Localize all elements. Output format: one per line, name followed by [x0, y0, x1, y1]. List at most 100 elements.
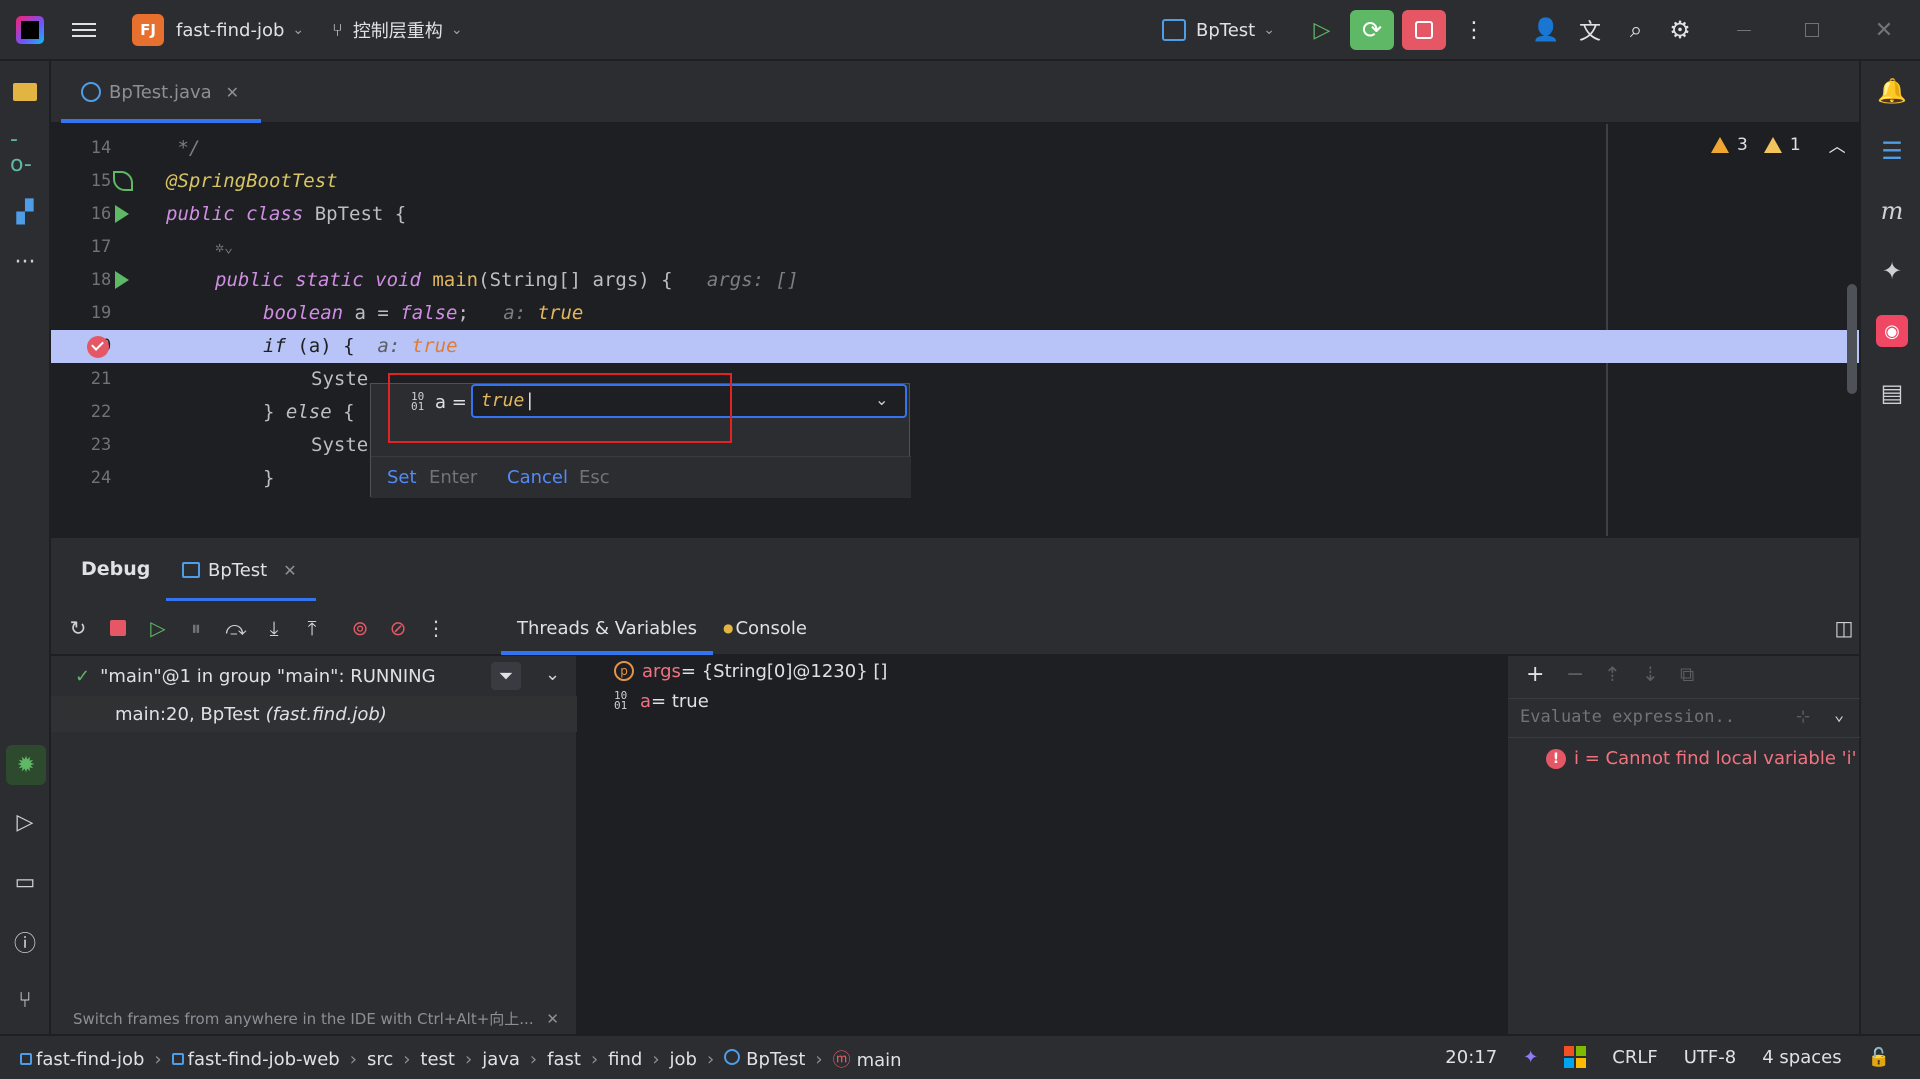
- breadcrumb-item[interactable]: fast-find-job-web: [171, 1049, 340, 1070]
- class-name: BpTest {: [303, 203, 407, 225]
- intellij-logo-icon: [16, 16, 44, 44]
- breadcrumb-item[interactable]: ⓜ main: [833, 1046, 902, 1072]
- line-text: } else {: [263, 396, 355, 429]
- close-icon[interactable]: ✕: [546, 1010, 559, 1028]
- chevron-down-icon[interactable]: ⌄: [545, 664, 560, 685]
- run-gutter-icon[interactable]: [115, 271, 129, 289]
- add-watch-icon[interactable]: +: [1526, 662, 1544, 687]
- variable-name: args: [642, 660, 681, 682]
- commit-tool-button[interactable]: -o-: [10, 127, 40, 177]
- caret-position[interactable]: 20:17: [1445, 1047, 1497, 1068]
- plugin-red-button[interactable]: ◉: [1876, 315, 1908, 347]
- pause-icon[interactable]: ⏸: [183, 615, 209, 641]
- layout-settings-icon[interactable]: ◫: [1831, 615, 1857, 641]
- debug-session-tab[interactable]: BpTest ✕: [166, 538, 316, 602]
- rerun-debug-button[interactable]: ⟳: [1350, 10, 1394, 50]
- chevron-down-icon[interactable]: ⌄: [1834, 705, 1844, 725]
- translate-button[interactable]: 文: [1568, 10, 1612, 50]
- thread-selector[interactable]: ✓ "main"@1 in group "main": RUNNING ⏷ ⌄: [51, 656, 577, 696]
- file-encoding[interactable]: UTF-8: [1684, 1047, 1736, 1068]
- plugin-tool-button[interactable]: ✦: [1876, 255, 1908, 287]
- breadcrumb-item[interactable]: find: [608, 1049, 642, 1070]
- add-to-watches-icon[interactable]: ⊹: [1796, 707, 1810, 727]
- more-actions-button[interactable]: ⋮: [1452, 10, 1496, 50]
- breadcrumb-item[interactable]: BpTest: [724, 1048, 805, 1070]
- vcs-branch-switcher[interactable]: ⑂ 控制层重构 ⌄: [332, 0, 463, 60]
- evaluate-placeholder: Evaluate expression..: [1520, 707, 1735, 727]
- run-config-selector[interactable]: BpTest ⌄: [1162, 0, 1275, 60]
- editor-tab-bptest[interactable]: BpTest.java ✕: [61, 61, 261, 123]
- search-everywhere-button[interactable]: ⌕: [1614, 10, 1658, 50]
- breadcrumb-item[interactable]: fast-find-job: [20, 1049, 144, 1070]
- more-tools-button[interactable]: ···: [10, 247, 40, 277]
- code-with-me-button[interactable]: 👤: [1524, 10, 1568, 50]
- step-into-icon[interactable]: ⤓: [261, 615, 287, 641]
- chevron-down-icon[interactable]: ⌄: [875, 390, 888, 409]
- git-tool-button[interactable]: ⑂: [10, 985, 40, 1015]
- filter-icon[interactable]: ⏷: [491, 662, 521, 690]
- breadcrumb-item[interactable]: src: [367, 1049, 393, 1070]
- project-tool-button[interactable]: [10, 77, 40, 107]
- view-breakpoints-icon[interactable]: ⊚: [347, 615, 373, 641]
- cancel-button[interactable]: Cancel: [507, 467, 568, 488]
- minimize-button[interactable]: [1722, 10, 1766, 50]
- maven-tool-button[interactable]: m: [1876, 195, 1908, 227]
- editor-scrollbar[interactable]: [1847, 284, 1857, 394]
- stop-button[interactable]: [1402, 10, 1446, 50]
- keyword: public class: [166, 203, 304, 225]
- tab-console[interactable]: ● Console: [723, 601, 807, 655]
- stack-frame-row[interactable]: main:20, BpTest (fast.find.job): [51, 696, 577, 732]
- line-text: Syste: [311, 368, 369, 390]
- tab-threads-variables[interactable]: Threads & Variables: [501, 601, 713, 655]
- variable-row[interactable]: p args = {String[0]@1230} []: [614, 656, 887, 686]
- resume-program-button[interactable]: ▷: [1300, 10, 1344, 50]
- docs-tool-button[interactable]: ▤: [1876, 377, 1908, 409]
- database-tool-button[interactable]: ☰: [1876, 135, 1908, 167]
- mute-breakpoints-icon[interactable]: ⊘: [385, 615, 411, 641]
- debug-tool-button[interactable]: ✹: [6, 745, 46, 785]
- project-switcher[interactable]: FJ fast-find-job ⌄: [132, 0, 304, 60]
- breadcrumb-item[interactable]: test: [420, 1049, 455, 1070]
- more-vertical-icon[interactable]: ⋮: [423, 615, 449, 641]
- remove-watch-icon[interactable]: −: [1566, 662, 1584, 687]
- evaluate-expression-input[interactable]: Evaluate expression.. ⊹ ⌄: [1508, 698, 1860, 738]
- variable-row[interactable]: 10 01 a = true: [614, 686, 709, 716]
- breadcrumb-item[interactable]: java: [482, 1049, 520, 1070]
- indent-setting[interactable]: 4 spaces: [1762, 1047, 1841, 1068]
- step-out-icon[interactable]: ⤒: [299, 615, 325, 641]
- stop-button[interactable]: [105, 615, 131, 641]
- close-icon: ✕: [1874, 17, 1894, 43]
- structure-tool-button[interactable]: ▞: [10, 197, 40, 227]
- terminal-tool-button[interactable]: ▭: [10, 867, 40, 897]
- main-menu-button[interactable]: [72, 0, 102, 60]
- ai-inline-icon[interactable]: ✲⌄: [215, 231, 233, 264]
- watch-error-row[interactable]: ! i = Cannot find local variable 'i': [1546, 748, 1857, 769]
- rerun-icon[interactable]: ↻: [65, 615, 91, 641]
- notifications-button[interactable]: 🔔: [1876, 75, 1908, 107]
- copy-icon[interactable]: ⧉: [1680, 662, 1694, 686]
- breadcrumb-item[interactable]: fast: [547, 1049, 581, 1070]
- read-only-lock-icon[interactable]: 🔓: [1868, 1047, 1890, 1068]
- set-button[interactable]: Set: [387, 467, 417, 488]
- windows-logo-icon[interactable]: [1564, 1046, 1587, 1068]
- resume-icon[interactable]: ▷: [145, 615, 171, 641]
- close-tab-icon[interactable]: ✕: [226, 83, 239, 102]
- step-over-icon[interactable]: ⤼: [223, 615, 249, 641]
- close-icon[interactable]: ✕: [283, 561, 296, 580]
- breadcrumb-item[interactable]: job: [670, 1049, 697, 1070]
- code-editor[interactable]: 3 1 ︿ ﹀ 14 */ 15 @SpringBootTest 16 publ…: [51, 124, 1859, 536]
- settings-button[interactable]: ⚙: [1658, 10, 1702, 50]
- ai-assistant-icon[interactable]: ✦: [1523, 1047, 1538, 1068]
- inline-value-hint: args: []: [706, 269, 799, 291]
- editor-tab-label: BpTest.java: [109, 81, 212, 103]
- problems-tool-button[interactable]: ⓘ: [10, 927, 40, 957]
- move-up-icon[interactable]: ⇡: [1604, 662, 1621, 686]
- run-gutter-icon[interactable]: [115, 205, 129, 223]
- move-down-icon[interactable]: ⇣: [1642, 662, 1659, 686]
- close-window-button[interactable]: ✕: [1862, 10, 1906, 50]
- line-separator[interactable]: CRLF: [1612, 1047, 1657, 1068]
- hamburger-icon: [72, 19, 96, 41]
- breakpoint-icon[interactable]: [87, 336, 109, 358]
- services-tool-button[interactable]: ▷: [10, 807, 40, 837]
- maximize-button[interactable]: [1790, 10, 1834, 50]
